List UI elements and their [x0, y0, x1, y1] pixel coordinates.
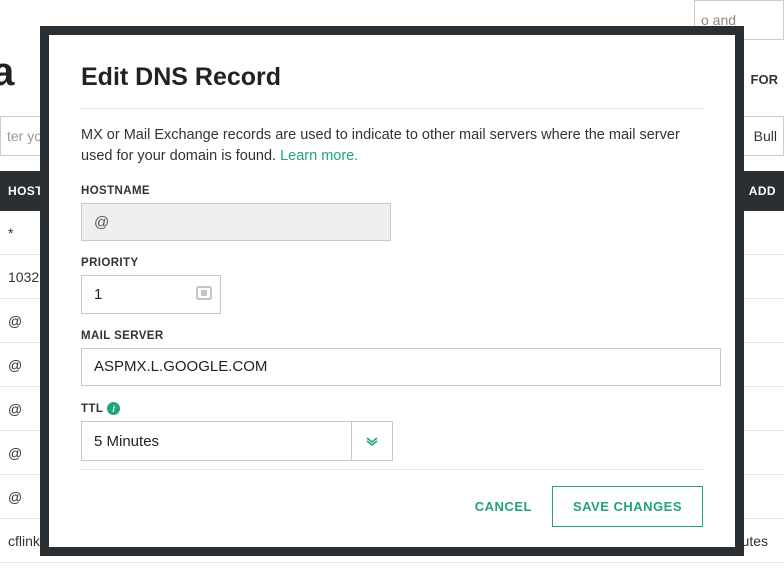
mailserver-label: MAIL SERVER [81, 330, 703, 342]
edit-dns-modal: Edit DNS Record MX or Mail Exchange reco… [40, 26, 744, 556]
modal-footer: CANCEL SAVE CHANGES [81, 469, 703, 527]
modal-overlay: Edit DNS Record MX or Mail Exchange reco… [0, 0, 784, 578]
description-text: MX or Mail Exchange records are used to … [81, 127, 680, 164]
ttl-value: 5 Minutes [94, 433, 159, 450]
hostname-label: HOSTNAME [81, 185, 703, 197]
ttl-dropdown-button[interactable] [351, 421, 393, 461]
priority-field-wrapper [81, 275, 221, 313]
priority-input[interactable] [94, 276, 208, 312]
info-icon[interactable]: i [107, 402, 120, 415]
ttl-label: TTL i [81, 402, 703, 415]
ttl-select[interactable]: 5 Minutes [81, 421, 351, 461]
mailserver-input[interactable] [81, 348, 721, 386]
modal-title: Edit DNS Record [81, 63, 703, 92]
modal-description: MX or Mail Exchange records are used to … [81, 125, 703, 167]
cancel-button[interactable]: CANCEL [473, 489, 534, 524]
stepper-icon[interactable] [196, 286, 212, 304]
ttl-label-text: TTL [81, 403, 103, 415]
priority-label: PRIORITY [81, 257, 703, 269]
hostname-field: @ [81, 203, 391, 241]
learn-more-link[interactable]: Learn more. [280, 148, 358, 164]
chevron-down-icon [365, 436, 379, 446]
hostname-value: @ [94, 214, 109, 231]
ttl-row: 5 Minutes [81, 421, 703, 461]
divider [81, 108, 703, 109]
save-changes-button[interactable]: SAVE CHANGES [552, 486, 703, 527]
